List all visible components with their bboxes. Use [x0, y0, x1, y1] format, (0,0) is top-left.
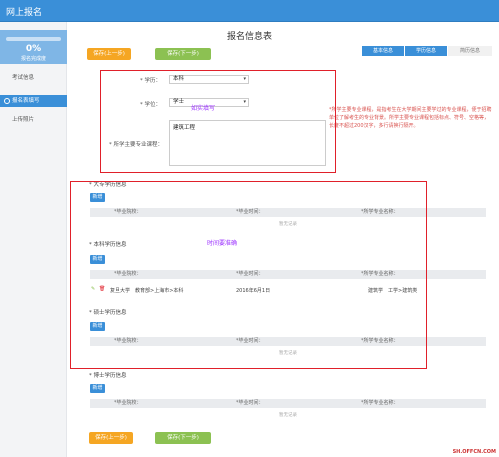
column-major: *所学专业名称： [361, 400, 399, 406]
annotation-frame-form [100, 70, 336, 173]
column-school: *毕业院校： [114, 400, 142, 406]
step-indicator: 基本信息 学历信息 简历信息 [362, 46, 492, 56]
radio-circle-icon [4, 98, 10, 104]
annotation-frame-education [70, 181, 427, 369]
save-prev-button[interactable]: 保存(上一步) [87, 48, 131, 60]
progress-label: 报名完成度 [20, 56, 46, 62]
watermark: SH.OFFCN.COM [452, 449, 496, 455]
add-doctor-button[interactable]: 新增 [90, 384, 105, 393]
step-education-info: 学历信息 [405, 46, 447, 56]
section-title-doctor: * 博士学历信息 [89, 373, 127, 379]
save-next-button-bottom[interactable]: 保存(下一步) [155, 432, 211, 444]
progress-value: 0% [25, 44, 42, 54]
save-next-button[interactable]: 保存(下一步) [155, 48, 211, 60]
sidebar-item-registration-form[interactable]: 报名表填写 [0, 95, 67, 107]
sidebar: 0% 报名完成度 考试信息 报名表填写 上传照片 [0, 22, 67, 457]
sidebar-item-upload-photo[interactable]: 上传照片 [0, 114, 67, 126]
top-bar: 网上报名 [0, 0, 499, 22]
major-courses-hint: *所学主要专业课程，是指考生在大学期间主要学过的专业课程，便于招聘单位了解考生的… [329, 107, 492, 129]
sidebar-item-label: 报名表填写 [12, 98, 40, 104]
table-header-doctor: *毕业院校： *毕业时间： *所学专业名称： [90, 399, 486, 408]
empty-record-text: 暂无记录 [279, 413, 297, 418]
page-title: 报名信息表 [226, 32, 272, 42]
column-graduation-time: *毕业时间： [236, 400, 264, 406]
step-basic-info: 基本信息 [362, 46, 404, 56]
sidebar-item-exam-info[interactable]: 考试信息 [0, 72, 67, 84]
step-resume-info: 简历信息 [448, 46, 492, 56]
save-prev-button-bottom[interactable]: 保存(上一步) [89, 432, 133, 444]
brand-title: 网上报名 [6, 8, 43, 18]
